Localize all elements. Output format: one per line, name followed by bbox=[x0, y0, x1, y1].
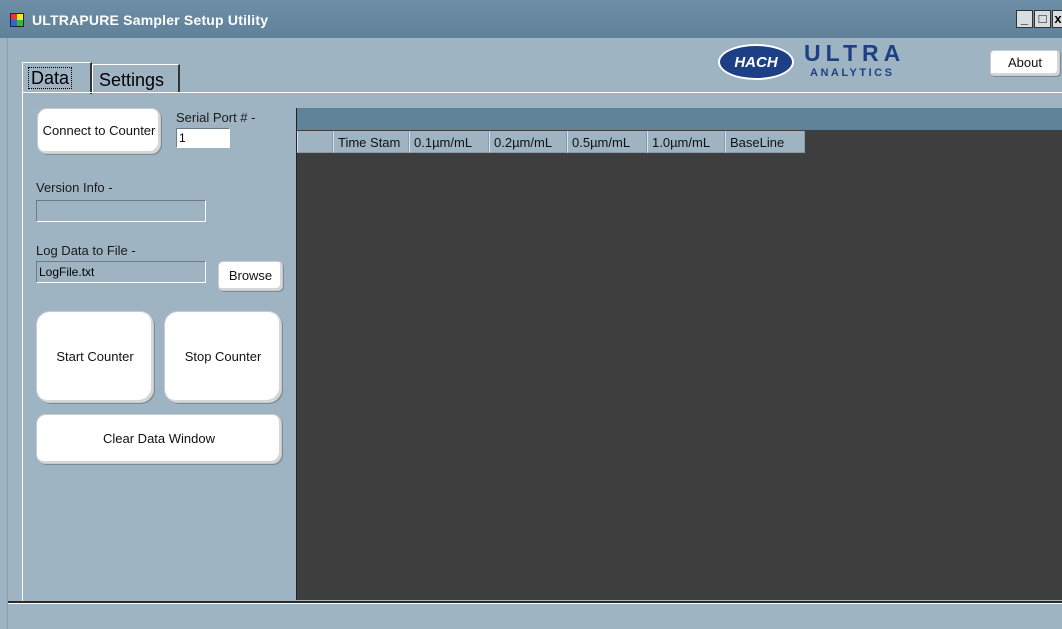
data-grid-caption bbox=[297, 108, 1062, 130]
maximize-button[interactable]: □ bbox=[1034, 10, 1051, 28]
browse-button[interactable]: Browse bbox=[218, 261, 283, 291]
logo-ultra-text: ULTRA bbox=[804, 40, 906, 66]
about-button[interactable]: About bbox=[990, 50, 1060, 76]
column-header-0-1um[interactable]: 0.1µm/mL bbox=[409, 131, 489, 153]
column-header-1-0um[interactable]: 1.0µm/mL bbox=[647, 131, 725, 153]
column-header-0-5um[interactable]: 0.5µm/mL bbox=[567, 131, 647, 153]
tab-data[interactable]: Data bbox=[22, 62, 92, 94]
serial-port-input[interactable] bbox=[176, 128, 230, 148]
version-info-field bbox=[36, 200, 206, 222]
logo-analytics-text: ANALYTICS bbox=[810, 67, 895, 79]
clear-data-window-button[interactable]: Clear Data Window bbox=[36, 414, 282, 464]
row-header-corner bbox=[297, 131, 333, 153]
close-button[interactable]: x bbox=[1052, 10, 1062, 28]
window-left-border bbox=[0, 38, 8, 629]
start-counter-button[interactable]: Start Counter bbox=[36, 311, 154, 403]
hach-logo-oval: HACH bbox=[718, 44, 794, 80]
log-file-label: Log Data to File - bbox=[36, 243, 136, 258]
minimize-button[interactable]: _ bbox=[1016, 10, 1033, 28]
tab-data-label: Data bbox=[27, 67, 73, 89]
window-title: ULTRAPURE Sampler Setup Utility bbox=[32, 12, 269, 28]
connect-to-counter-button[interactable]: Connect to Counter bbox=[37, 108, 161, 154]
log-file-path-field[interactable] bbox=[36, 261, 206, 283]
column-header-0-2um[interactable]: 0.2µm/mL bbox=[489, 131, 567, 153]
serial-port-label: Serial Port # - bbox=[176, 110, 256, 125]
hach-ultra-logo: HACH ULTRA ANALYTICS bbox=[718, 40, 918, 84]
data-grid[interactable]: Time Stam 0.1µm/mL 0.2µm/mL 0.5µm/mL 1.0… bbox=[296, 108, 1062, 600]
column-header-timestamp[interactable]: Time Stam bbox=[333, 131, 409, 153]
app-icon bbox=[10, 13, 24, 27]
column-header-baseline[interactable]: BaseLine bbox=[725, 131, 805, 153]
tab-settings[interactable]: Settings bbox=[92, 64, 180, 92]
data-grid-header: Time Stam 0.1µm/mL 0.2µm/mL 0.5µm/mL 1.0… bbox=[297, 131, 805, 153]
status-separator bbox=[8, 601, 1062, 604]
title-bar: ULTRAPURE Sampler Setup Utility _ □ x bbox=[0, 0, 1062, 38]
tab-settings-label: Settings bbox=[99, 70, 165, 90]
stop-counter-button[interactable]: Stop Counter bbox=[164, 311, 282, 403]
version-info-label: Version Info - bbox=[36, 180, 113, 195]
